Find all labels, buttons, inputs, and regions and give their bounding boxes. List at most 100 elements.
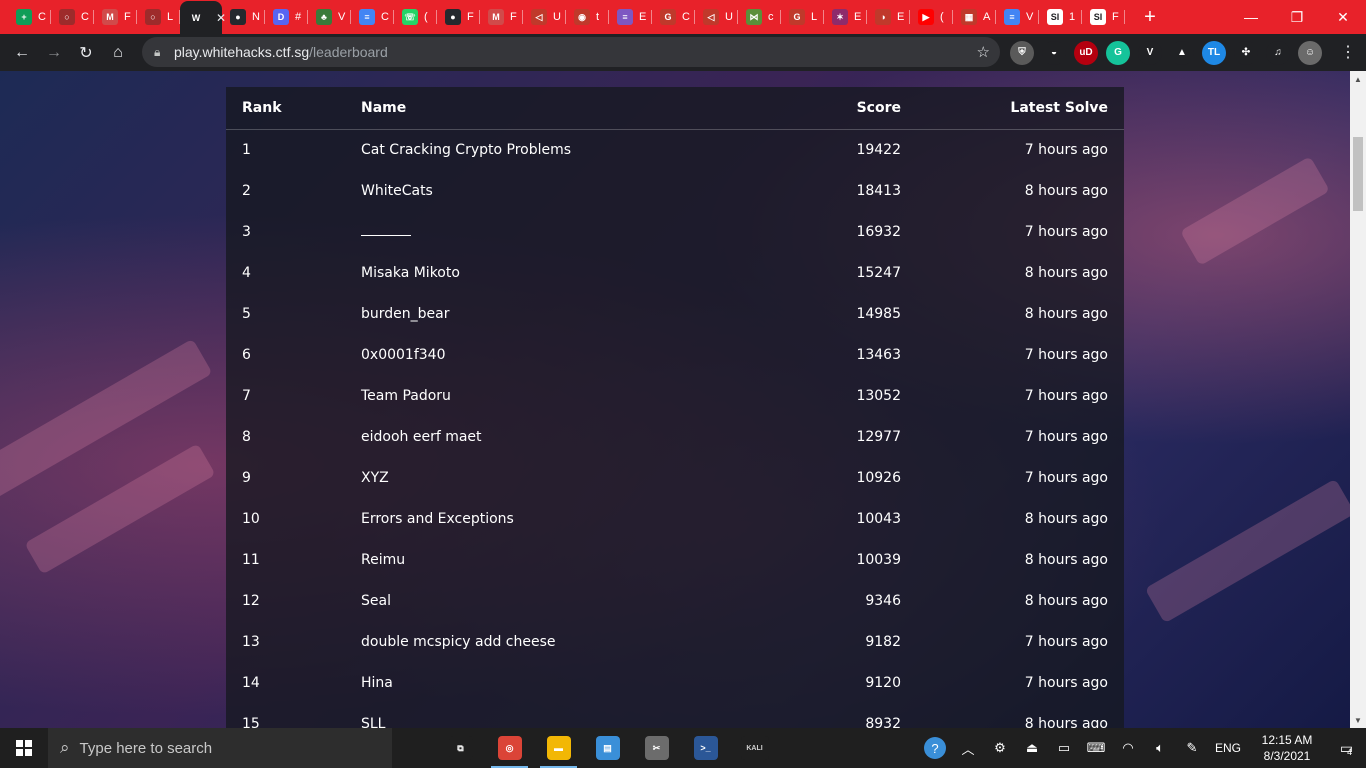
shield-extension-icon[interactable]: ⛨ [1010, 40, 1034, 65]
taskbar-search-box[interactable]: ⌕ Type here to search [48, 728, 392, 768]
column-header-rank[interactable]: Rank [226, 87, 345, 130]
team-name-cell[interactable]: SLL [345, 703, 825, 729]
lock-icon[interactable]: 🔒︎ [154, 45, 174, 60]
taskbar-app[interactable]: KALI [730, 728, 779, 768]
vimium-icon[interactable]: V [1138, 40, 1162, 65]
browser-tab[interactable]: ▦ A [953, 0, 996, 34]
browser-tab[interactable]: ● F [437, 0, 480, 34]
taskbar-app[interactable]: ▬ [534, 728, 583, 768]
control-panel-icon: ▤ [595, 736, 620, 760]
tab-title: E [639, 11, 647, 23]
browser-tab[interactable]: ◑ E [867, 0, 910, 34]
home-icon[interactable]: ⌂ [102, 37, 134, 69]
help-icon[interactable]: ? [924, 737, 946, 759]
taskbar-app[interactable]: ✂ [632, 728, 681, 768]
tl-extension-icon[interactable]: TL [1202, 40, 1226, 65]
input-language[interactable]: ENG [1208, 741, 1248, 755]
team-name-cell[interactable]: 0x0001f340 [345, 334, 825, 375]
steam-icon[interactable]: ⚙ [984, 740, 1016, 756]
team-name-cell[interactable]: WhiteCats [345, 170, 825, 211]
blank-team-name[interactable] [361, 226, 411, 236]
taskbar-app[interactable]: ⧉ [436, 728, 485, 768]
pen-icon[interactable]: ✎ [1176, 740, 1208, 756]
column-header-score[interactable]: Score [825, 87, 917, 130]
team-name-cell[interactable]: double mcspicy add cheese [345, 621, 825, 662]
scroll-down-arrow-icon[interactable]: ▼ [1350, 712, 1366, 728]
profile-avatar-icon[interactable]: ☺ [1298, 40, 1322, 65]
browser-tab[interactable]: ◁ U [523, 0, 566, 34]
chevron-up-icon[interactable]: ︿ [952, 739, 984, 758]
team-name-cell[interactable]: Cat Cracking Crypto Problems [345, 129, 825, 170]
grammarly-ext-icon[interactable]: G [1106, 40, 1130, 65]
address-bar[interactable]: 🔒︎ play.whitehacks.ctf.sg/leaderboard ☆ [142, 37, 1000, 67]
tab-title: C [38, 11, 46, 23]
taskbar-app[interactable]: >_ [681, 728, 730, 768]
close-window-icon[interactable]: ✕ [1320, 0, 1366, 34]
browser-tab[interactable]: ⋈ c [738, 0, 781, 34]
bookmark-star-icon[interactable]: ☆ [977, 43, 990, 61]
browser-tab[interactable]: ♣ V [308, 0, 351, 34]
browser-tab[interactable]: MF [480, 0, 523, 34]
team-name-cell[interactable]: Hina [345, 662, 825, 703]
browser-tab[interactable]: ☏( [394, 0, 437, 34]
mask-extension-icon[interactable]: ◒ [1042, 40, 1066, 65]
browser-tab[interactable]: ≡ V [996, 0, 1039, 34]
tab-title: # [295, 11, 302, 23]
browser-tab[interactable]: GL [781, 0, 824, 34]
clock[interactable]: 12:15 AM 8/3/2021 [1248, 732, 1326, 764]
start-button[interactable] [0, 728, 48, 768]
removable-drive-icon[interactable]: ⏏ [1016, 740, 1048, 756]
browser-tab[interactable]: ≡ E [609, 0, 652, 34]
team-name-cell[interactable]: Seal [345, 580, 825, 621]
media-icon[interactable]: ♫ [1266, 40, 1290, 65]
team-name-cell[interactable] [345, 211, 825, 252]
back-arrow-icon[interactable]: ← [6, 37, 38, 69]
browser-tab[interactable]: + C [8, 0, 51, 34]
drive-icon[interactable]: ▲ [1170, 40, 1194, 65]
latest-solve-cell: 7 hours ago [1024, 346, 1108, 363]
puzzle-icon[interactable]: ✣ [1234, 40, 1258, 65]
browser-tab[interactable]: SI 1 [1039, 0, 1082, 34]
browser-tab[interactable]: ✶ E [824, 0, 867, 34]
browser-menu-icon[interactable]: ⋮ [1340, 42, 1356, 62]
browser-tab[interactable]: ○ L [137, 0, 180, 34]
column-header-name[interactable]: Name [345, 87, 825, 130]
scrollbar-thumb[interactable] [1353, 137, 1363, 211]
team-name-cell[interactable]: burden_bear [345, 293, 825, 334]
column-header-latest-solve[interactable]: Latest Solve [917, 87, 1124, 130]
maximize-icon[interactable]: ❐ [1274, 0, 1320, 34]
browser-tab[interactable]: WW✕ [180, 1, 226, 35]
browser-tab[interactable]: ≡ C [351, 0, 394, 34]
forward-arrow-icon[interactable]: → [38, 37, 70, 69]
browser-tab[interactable]: ◉ t [566, 0, 609, 34]
team-name-cell[interactable]: Reimu [345, 539, 825, 580]
tab-title: V [1026, 11, 1034, 23]
browser-tab[interactable]: ● N [222, 0, 265, 34]
browser-tab[interactable]: SI F [1082, 0, 1125, 34]
team-name-cell[interactable]: Errors and Exceptions [345, 498, 825, 539]
keyboard-icon[interactable]: ⌨ [1080, 740, 1112, 756]
page-scrollbar[interactable]: ▲ ▼ [1350, 71, 1366, 728]
battery-icon[interactable]: ▭ [1048, 740, 1080, 756]
browser-tab[interactable]: MF [94, 0, 137, 34]
leaderboard-panel: Rank Name Score Latest Solve 1 Cat Cracki… [226, 87, 1124, 728]
scroll-up-arrow-icon[interactable]: ▲ [1350, 71, 1366, 87]
notifications-button[interactable]: ▭ 4 [1326, 739, 1366, 758]
browser-tab[interactable]: D # [265, 0, 308, 34]
team-name-cell[interactable]: Team Padoru [345, 375, 825, 416]
reload-icon[interactable]: ↻ [70, 37, 102, 69]
taskbar-app[interactable]: ◎ [485, 728, 534, 768]
team-name-cell[interactable]: XYZ [345, 457, 825, 498]
browser-tab[interactable]: ▶( [910, 0, 953, 34]
browser-tab[interactable]: ◁ U [695, 0, 738, 34]
browser-tab[interactable]: ○ C [51, 0, 94, 34]
wifi-icon[interactable]: ◠ [1112, 740, 1144, 756]
minimize-icon[interactable]: — [1228, 0, 1274, 34]
new-tab-button[interactable]: + [1135, 0, 1165, 34]
browser-tab[interactable]: GC [652, 0, 695, 34]
team-name-cell[interactable]: eidooh eerf maet [345, 416, 825, 457]
team-name-cell[interactable]: Misaka Mikoto [345, 252, 825, 293]
taskbar-app[interactable]: ▤ [583, 728, 632, 768]
ublock-icon[interactable]: uD [1074, 40, 1098, 65]
volume-icon[interactable]: 🔈︎ [1144, 740, 1176, 756]
